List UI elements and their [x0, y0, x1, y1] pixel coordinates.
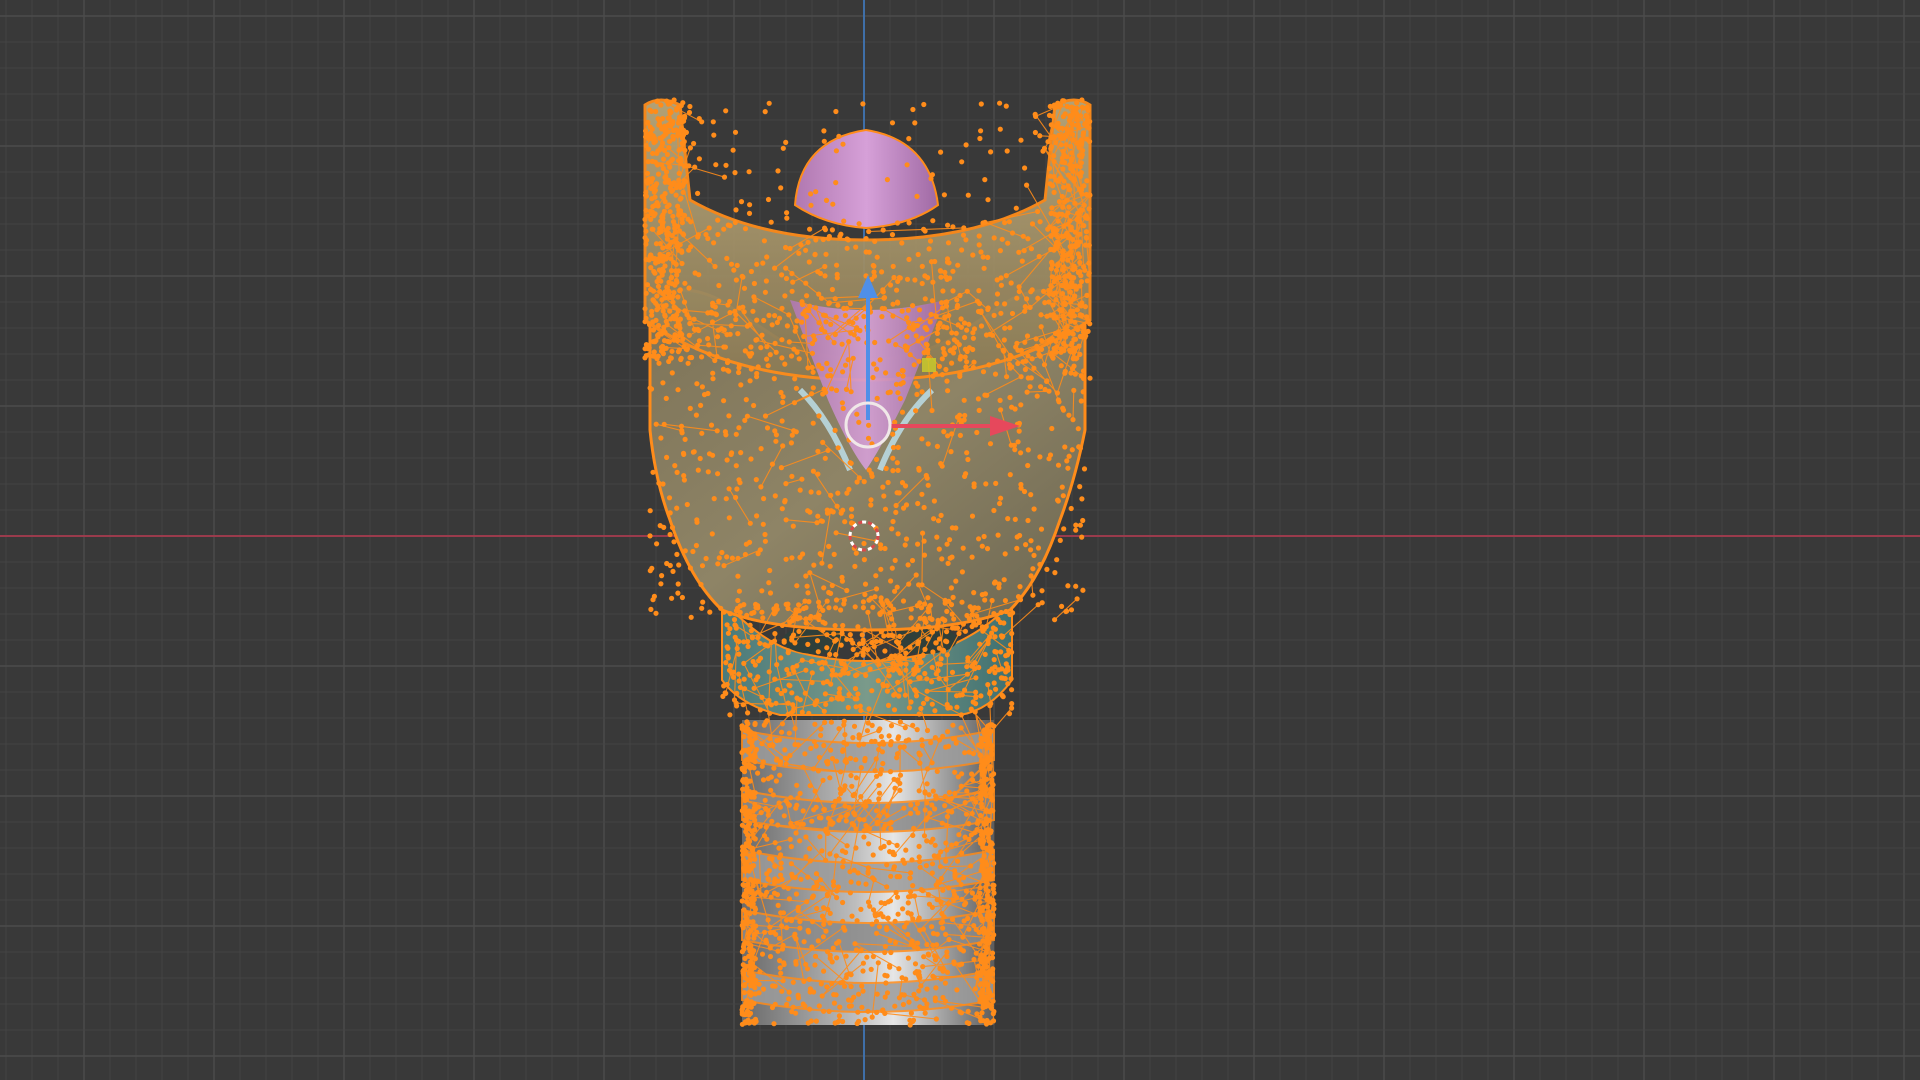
3d-viewport[interactable] [0, 0, 1920, 1080]
epiglottis[interactable] [793, 128, 940, 230]
larynx-mesh[interactable] [642, 97, 1093, 1028]
gizmo-xz-plane-handle[interactable] [922, 358, 936, 372]
